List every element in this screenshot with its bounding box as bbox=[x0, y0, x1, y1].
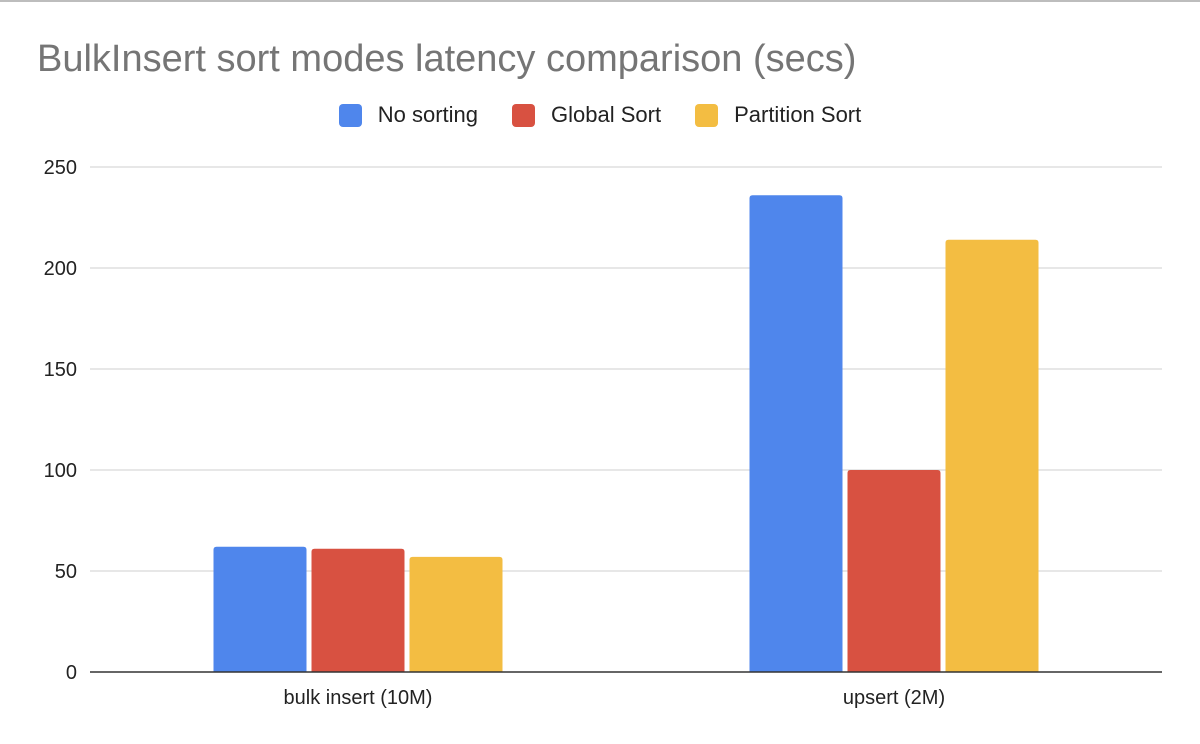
bar-no-sorting-0 bbox=[213, 546, 307, 672]
y-tick-label-250: 250 bbox=[44, 157, 77, 179]
bar-no-sorting-1 bbox=[749, 195, 843, 672]
y-tick-label-100: 100 bbox=[44, 460, 77, 482]
y-tick-label-200: 200 bbox=[44, 258, 77, 280]
x-category-label-0: bulk insert (10M) bbox=[284, 687, 433, 709]
bar-global-sort-0 bbox=[311, 548, 405, 672]
y-tick-label-0: 0 bbox=[66, 662, 77, 684]
x-axis-category-labels: bulk insert (10M) upsert (2M) bbox=[284, 687, 946, 709]
bar-partition-sort-1 bbox=[945, 239, 1039, 672]
bar-chart-plot: 0 50 100 150 200 250 bulk insert (10M) upsert … bbox=[44, 157, 1162, 709]
x-category-label-1: upsert (2M) bbox=[843, 687, 945, 709]
y-axis-ticks: 0 50 100 150 200 250 bbox=[44, 157, 77, 684]
bar-partition-sort-0 bbox=[409, 556, 503, 672]
y-tick-label-50: 50 bbox=[55, 561, 77, 583]
chart-frame: BulkInsert sort modes latency comparison… bbox=[0, 0, 1200, 744]
bars bbox=[213, 195, 1039, 672]
y-tick-label-150: 150 bbox=[44, 359, 77, 381]
bar-global-sort-1 bbox=[847, 470, 941, 672]
